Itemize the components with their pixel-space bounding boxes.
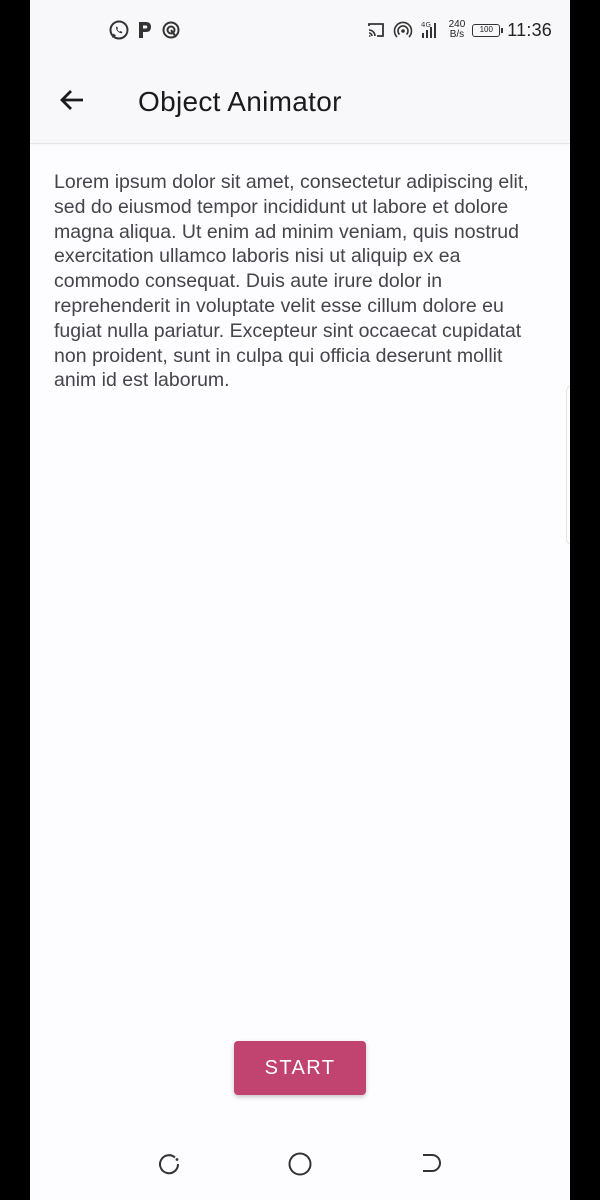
status-left-icons <box>108 18 182 42</box>
network-speed: 240 B/s <box>449 20 466 40</box>
edge-panel-handle[interactable] <box>566 385 570 545</box>
status-bar: 4G 240 B/s 100 11:36 <box>30 0 570 60</box>
battery-level: 100 <box>479 24 493 34</box>
cellular-4g-icon: 4G <box>420 19 442 41</box>
lorem-paragraph: Lorem ipsum dolor sit amet, consectetur … <box>54 171 529 392</box>
back-nav-icon <box>417 1151 443 1182</box>
home-button[interactable] <box>284 1150 316 1182</box>
back-button[interactable] <box>52 82 92 122</box>
system-navigation-bar <box>30 1130 570 1200</box>
page-title: Object Animator <box>138 86 342 117</box>
status-time: 11:36 <box>507 19 552 40</box>
hotspot-icon <box>393 20 413 40</box>
status-right-icons: 4G 240 B/s 100 11:36 <box>366 16 552 44</box>
top-app-bar: Object Animator <box>30 60 570 144</box>
cast-icon <box>366 20 386 40</box>
arrow-back-icon <box>58 86 86 119</box>
home-icon <box>287 1151 313 1182</box>
phone-screen: 4G 240 B/s 100 11:36 Object Animator Lor… <box>30 0 570 1200</box>
start-button[interactable]: START <box>234 1041 366 1095</box>
whatsapp-icon <box>108 19 130 41</box>
parking-icon <box>136 19 154 41</box>
signal-app-icon <box>160 19 182 41</box>
recents-icon <box>156 1151 182 1182</box>
svg-text:4G: 4G <box>421 21 431 29</box>
battery-icon: 100 <box>472 23 504 37</box>
back-nav-button[interactable] <box>414 1150 446 1182</box>
network-speed-unit: B/s <box>449 29 465 40</box>
recents-button[interactable] <box>153 1150 185 1182</box>
